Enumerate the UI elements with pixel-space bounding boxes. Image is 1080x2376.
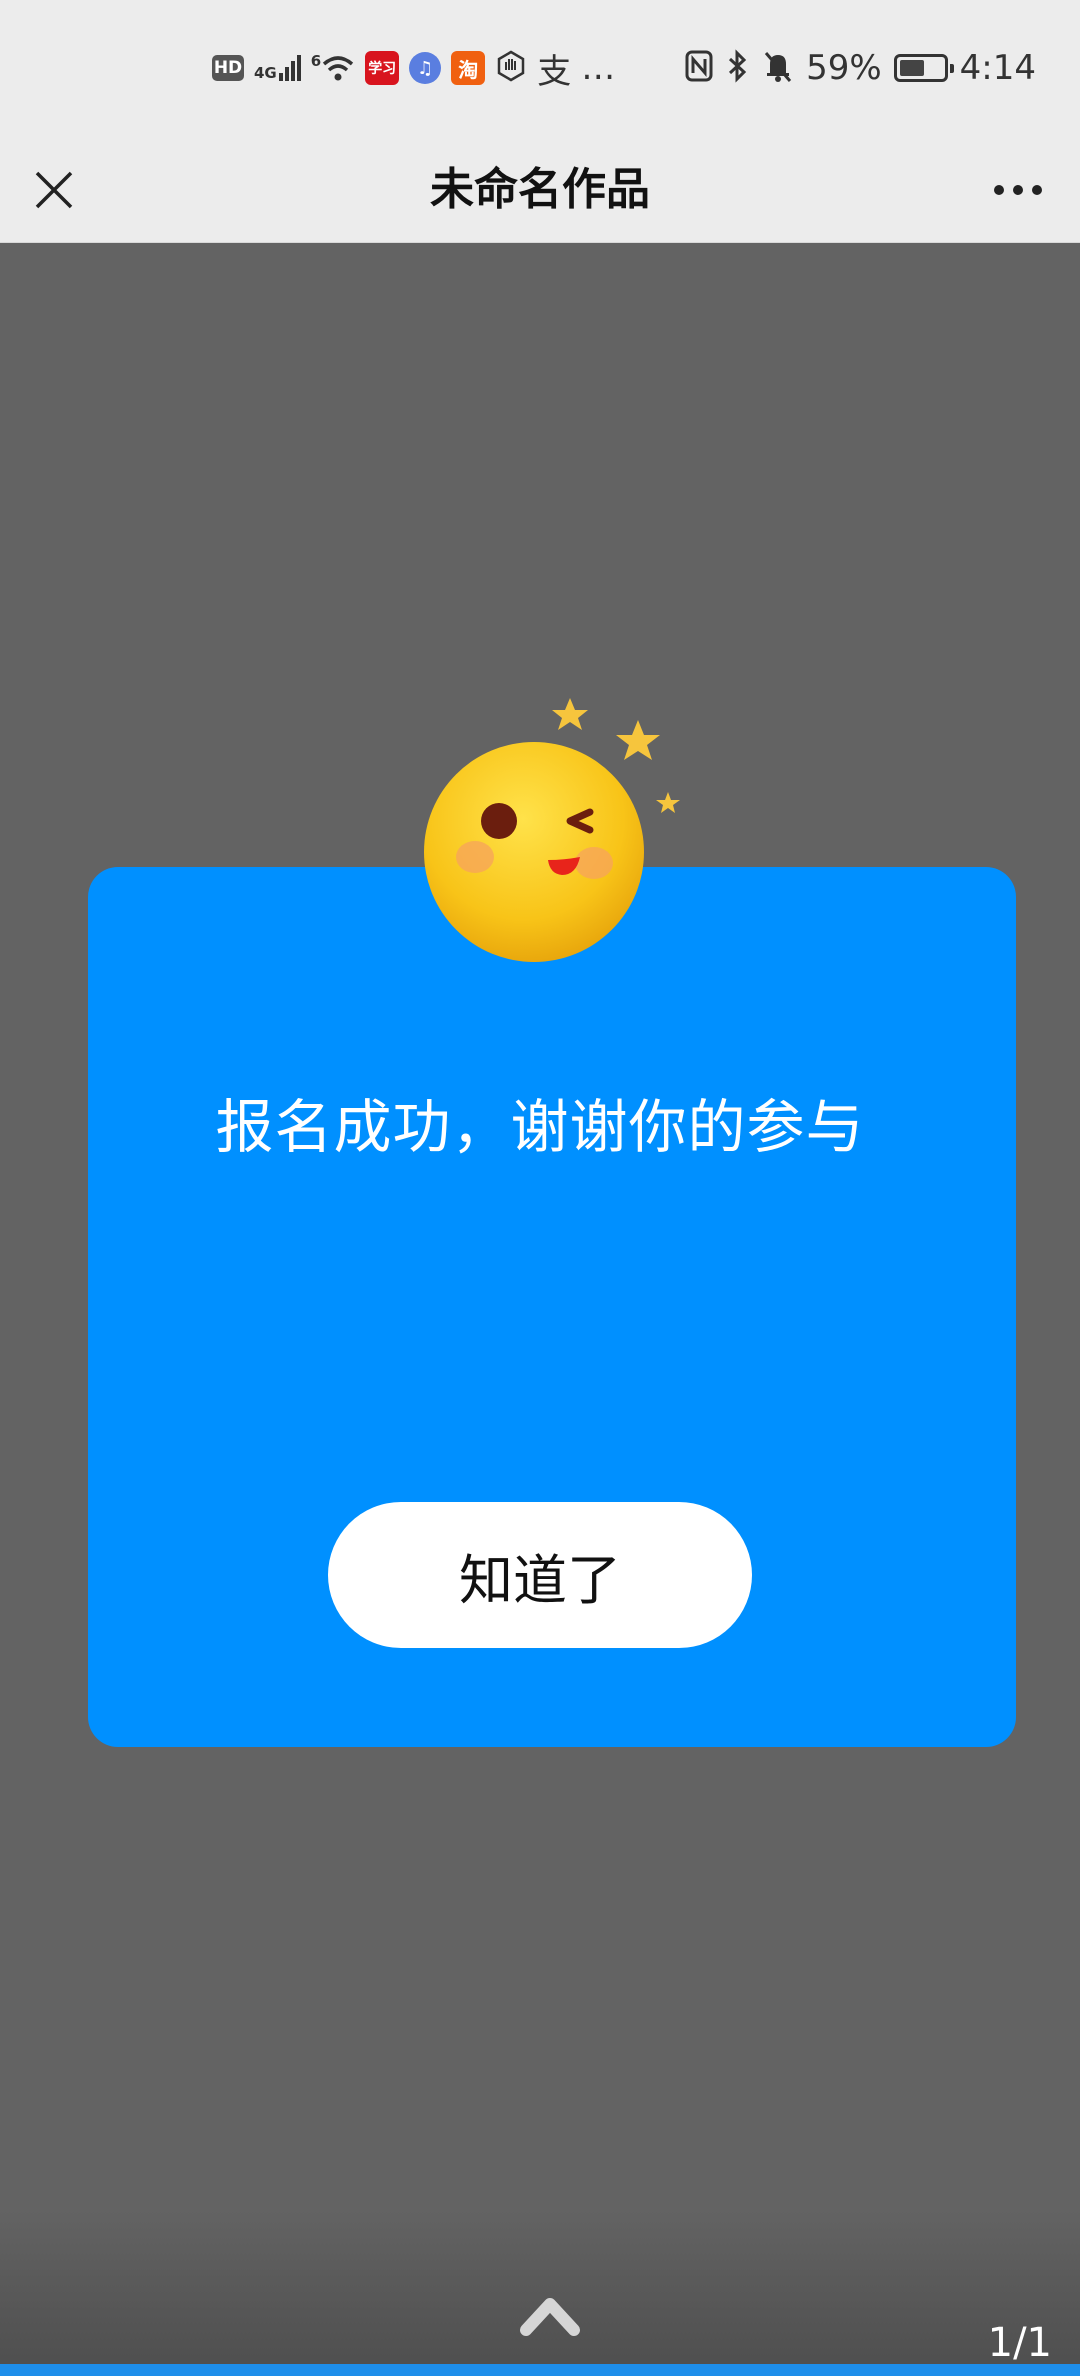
clock: 4:14 — [959, 48, 1036, 88]
page-counter: 1/1 — [987, 2320, 1052, 2366]
status-right-icons: 59% 4:14 — [684, 46, 1036, 90]
swipe-up-arrow-icon[interactable] — [520, 2290, 580, 2338]
hand-icon — [495, 50, 527, 86]
app-taobao-icon: 淘 — [451, 51, 486, 85]
got-it-button[interactable]: 知道了 — [328, 1502, 752, 1648]
more-notifications-icon: … — [581, 48, 616, 88]
more-dot-icon — [994, 185, 1004, 195]
bluetooth-icon — [726, 49, 750, 87]
title-bar: 未命名作品 — [0, 138, 1080, 243]
nfc-icon — [684, 49, 714, 87]
progress-bar — [0, 2364, 1080, 2376]
wink-emoji-icon — [424, 698, 680, 962]
battery-icon — [893, 54, 954, 82]
close-button[interactable] — [24, 152, 84, 228]
cellular-signal-icon: 4G — [254, 55, 301, 81]
more-dot-icon — [1013, 185, 1023, 195]
more-dot-icon — [1032, 185, 1042, 195]
wifi-generation-label: 6 — [310, 52, 322, 70]
music-app-icon: ♫ — [409, 52, 442, 84]
close-icon — [35, 171, 73, 209]
app-xuexi-icon: 学习 — [365, 51, 400, 85]
status-left-icons: HD 4G 6 学习 ♫ 淘 支 … — [212, 46, 616, 92]
app-zhi-icon: 支 — [537, 51, 572, 92]
wifi-icon: 6 — [311, 54, 355, 82]
battery-percent: 59% — [806, 48, 882, 88]
more-options-button[interactable] — [986, 152, 1050, 228]
hd-icon: HD — [212, 55, 244, 81]
network-type-label: 4G — [254, 64, 277, 82]
status-bar: HD 4G 6 学习 ♫ 淘 支 … 59% 4:14 — [0, 0, 1080, 138]
success-message: 报名成功，谢谢你的参与 — [215, 1093, 865, 1161]
mute-bell-icon — [762, 49, 794, 87]
page-title: 未命名作品 — [430, 164, 650, 215]
